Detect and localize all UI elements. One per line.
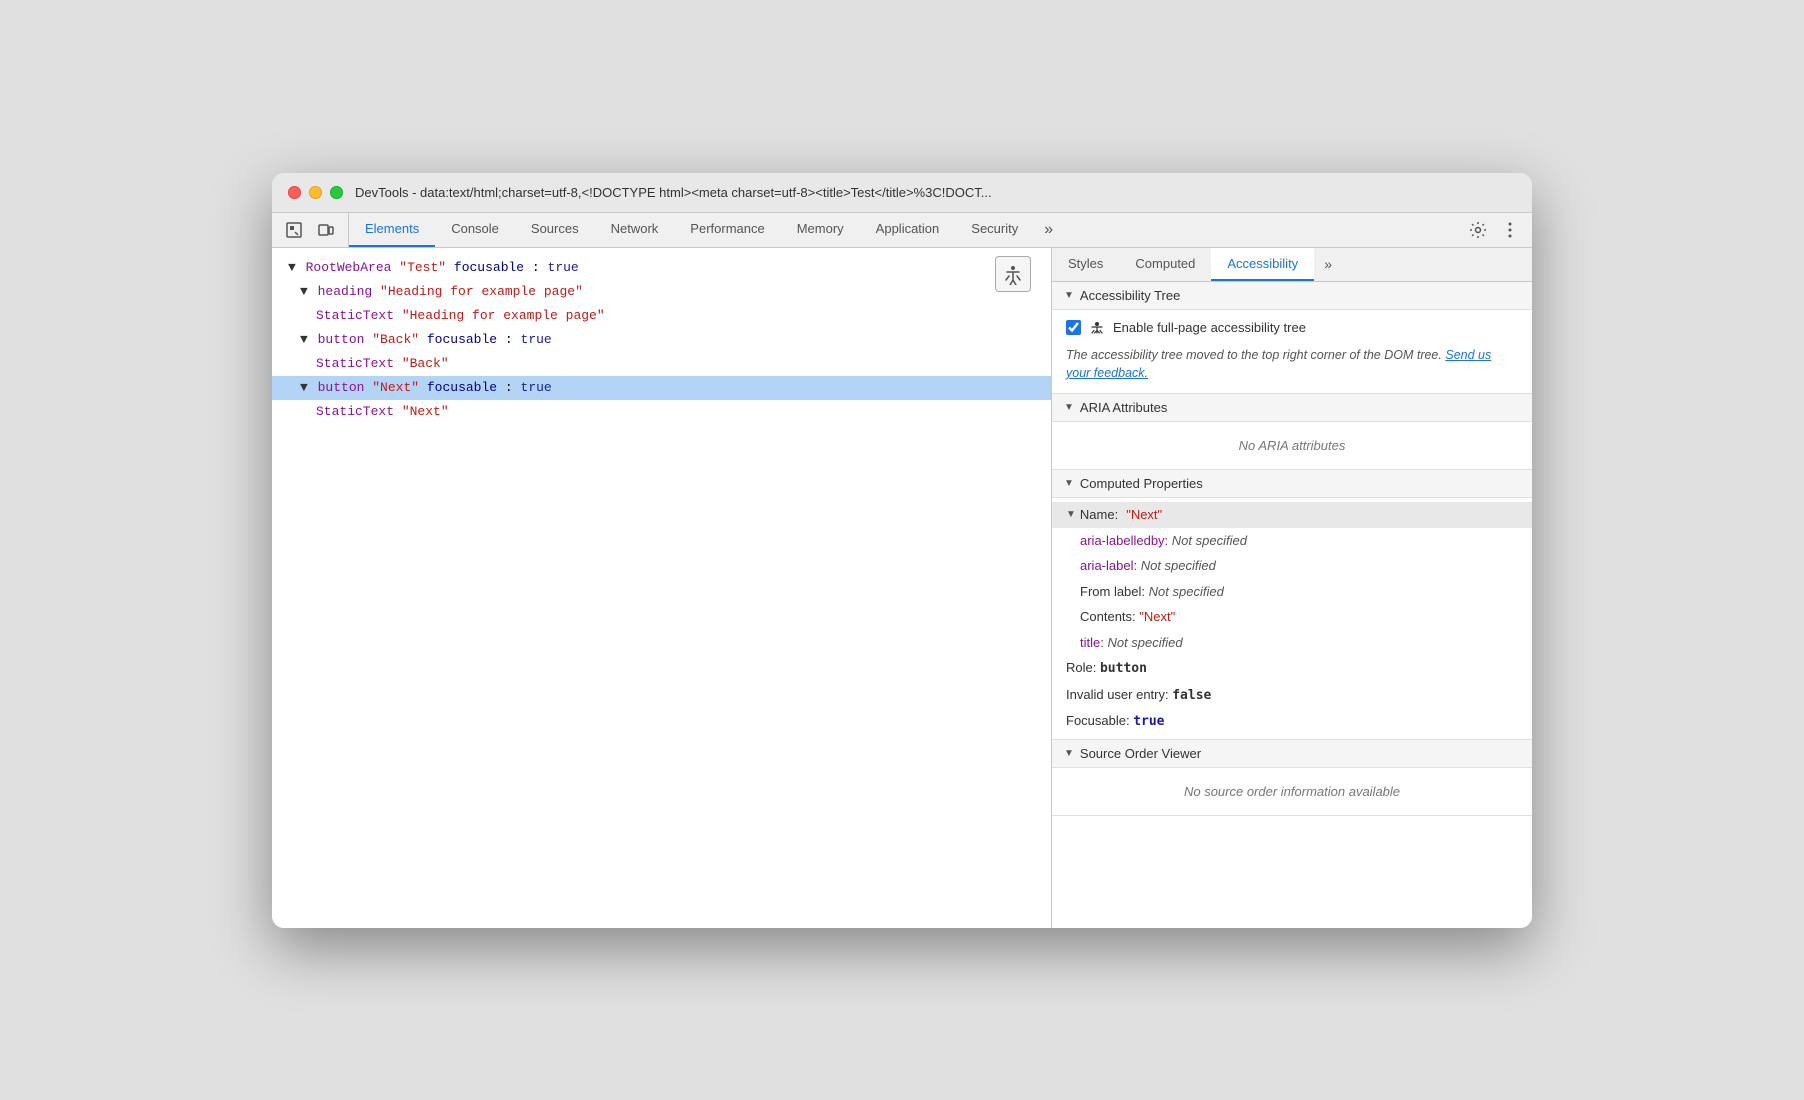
section-arrow-icon: ▼ xyxy=(1066,507,1076,522)
main-tabs: Elements Console Sources Network Perform… xyxy=(349,213,1456,247)
tab-application[interactable]: Application xyxy=(860,213,956,247)
section-arrow-icon: ▼ xyxy=(1064,748,1074,759)
dom-line-rootwebarea[interactable]: ▼ RootWebArea "Test" focusable : true xyxy=(272,256,1051,280)
computed-properties-content: ▼ Name: "Next" aria-labelledby: Not spec… xyxy=(1052,498,1532,739)
arrow-icon: ▼ xyxy=(300,380,308,395)
tab-accessibility[interactable]: Accessibility xyxy=(1211,248,1314,281)
tab-elements[interactable]: Elements xyxy=(349,213,435,247)
settings-icon[interactable] xyxy=(1464,216,1492,244)
source-order-content: No source order information available xyxy=(1052,768,1532,815)
prop-role: Role: button xyxy=(1052,655,1532,682)
more-options-icon[interactable] xyxy=(1496,216,1524,244)
enable-a11y-tree-checkbox[interactable] xyxy=(1066,320,1081,335)
maximize-button[interactable] xyxy=(330,186,343,199)
dom-line-statictext-heading[interactable]: StaticText "Heading for example page" xyxy=(272,304,1051,328)
prop-title: title: Not specified xyxy=(1052,630,1532,656)
aria-attributes-label: ARIA Attributes xyxy=(1080,400,1167,415)
minimize-button[interactable] xyxy=(309,186,322,199)
section-arrow-icon: ▼ xyxy=(1064,402,1074,413)
tab-sources[interactable]: Sources xyxy=(515,213,595,247)
dom-line-statictext-next[interactable]: StaticText "Next" xyxy=(272,400,1051,424)
dom-line-heading[interactable]: ▼ heading "Heading for example page" xyxy=(272,280,1051,304)
computed-name-row: ▼ Name: "Next" xyxy=(1052,502,1532,528)
tabs-overflow-button[interactable]: » xyxy=(1034,213,1063,247)
aria-attributes-content: No ARIA attributes xyxy=(1052,422,1532,469)
prop-from-label: From label: Not specified xyxy=(1052,579,1532,605)
computed-properties-section: ▼ Computed Properties ▼ Name: "Next" xyxy=(1052,470,1532,740)
tab-security[interactable]: Security xyxy=(955,213,1034,247)
window-title: DevTools - data:text/html;charset=utf-8,… xyxy=(355,185,1516,200)
main-content: ▼ RootWebArea "Test" focusable : true ▼ … xyxy=(272,248,1532,928)
name-prop-value: "Next" xyxy=(1126,505,1162,525)
accessibility-tree-label: Accessibility Tree xyxy=(1080,288,1180,303)
a11y-icon xyxy=(1089,320,1105,336)
accessibility-tree-section: ▼ Accessibility Tree Enable full-page ac… xyxy=(1052,282,1532,395)
feedback-description: The accessibility tree moved to the top … xyxy=(1066,348,1442,362)
dom-line-button-back[interactable]: ▼ button "Back" focusable : true xyxy=(272,328,1051,352)
devtools-window: DevTools - data:text/html;charset=utf-8,… xyxy=(272,173,1532,928)
right-panel-content: ▼ Accessibility Tree Enable full-page ac… xyxy=(1052,282,1532,928)
traffic-lights xyxy=(288,186,343,199)
enable-a11y-tree-row: Enable full-page accessibility tree xyxy=(1066,320,1518,336)
prop-aria-labelledby: aria-labelledby: Not specified xyxy=(1052,528,1532,554)
prop-invalid-user-entry: Invalid user entry: false xyxy=(1052,682,1532,709)
source-order-viewer-header[interactable]: ▼ Source Order Viewer xyxy=(1052,740,1532,768)
tab-styles[interactable]: Styles xyxy=(1052,248,1119,281)
tab-computed[interactable]: Computed xyxy=(1119,248,1211,281)
right-tabs-bar: Styles Computed Accessibility » xyxy=(1052,248,1532,282)
computed-properties-header[interactable]: ▼ Computed Properties xyxy=(1052,470,1532,498)
close-button[interactable] xyxy=(288,186,301,199)
no-aria-text: No ARIA attributes xyxy=(1066,430,1518,461)
tab-network[interactable]: Network xyxy=(595,213,675,247)
dom-line-statictext-back[interactable]: StaticText "Back" xyxy=(272,352,1051,376)
computed-properties-label: Computed Properties xyxy=(1080,476,1203,491)
dom-tree-panel[interactable]: ▼ RootWebArea "Test" focusable : true ▼ … xyxy=(272,248,1052,928)
section-arrow-icon: ▼ xyxy=(1064,478,1074,489)
arrow-icon: ▼ xyxy=(300,332,308,347)
aria-attributes-section: ▼ ARIA Attributes No ARIA attributes xyxy=(1052,394,1532,470)
source-order-viewer-label: Source Order Viewer xyxy=(1080,746,1201,761)
accessibility-tree-button[interactable] xyxy=(995,256,1031,292)
prop-aria-label: aria-label: Not specified xyxy=(1052,553,1532,579)
no-source-text: No source order information available xyxy=(1066,776,1518,807)
titlebar: DevTools - data:text/html;charset=utf-8,… xyxy=(272,173,1532,213)
source-order-viewer-section: ▼ Source Order Viewer No source order in… xyxy=(1052,740,1532,816)
section-arrow-icon: ▼ xyxy=(1064,290,1074,301)
aria-attributes-header[interactable]: ▼ ARIA Attributes xyxy=(1052,394,1532,422)
arrow-icon: ▼ xyxy=(300,284,308,299)
dom-line-button-next[interactable]: ▼ button "Next" focusable : true xyxy=(272,376,1051,400)
feedback-text: The accessibility tree moved to the top … xyxy=(1066,346,1518,384)
enable-a11y-tree-label: Enable full-page accessibility tree xyxy=(1113,320,1306,335)
tab-icon-buttons xyxy=(272,213,349,247)
tab-action-buttons xyxy=(1456,213,1532,247)
prop-focusable: Focusable: true xyxy=(1052,708,1532,735)
tab-console[interactable]: Console xyxy=(435,213,515,247)
inspector-icon[interactable] xyxy=(280,216,308,244)
right-tabs-overflow[interactable]: » xyxy=(1314,248,1342,281)
main-tabs-bar: Elements Console Sources Network Perform… xyxy=(272,213,1532,248)
tab-performance[interactable]: Performance xyxy=(674,213,780,247)
tab-memory[interactable]: Memory xyxy=(781,213,860,247)
accessibility-tree-content: Enable full-page accessibility tree The … xyxy=(1052,310,1532,394)
name-prop-label: Name: xyxy=(1080,505,1118,525)
accessibility-tree-header[interactable]: ▼ Accessibility Tree xyxy=(1052,282,1532,310)
arrow-icon: ▼ xyxy=(288,260,296,275)
device-icon[interactable] xyxy=(312,216,340,244)
prop-contents: Contents: "Next" xyxy=(1052,604,1532,630)
right-panel: Styles Computed Accessibility » ▼ Access… xyxy=(1052,248,1532,928)
